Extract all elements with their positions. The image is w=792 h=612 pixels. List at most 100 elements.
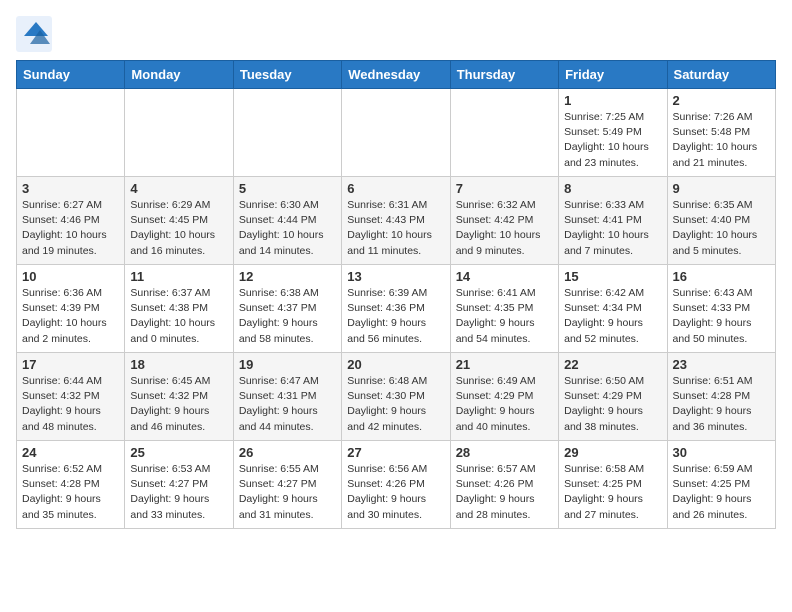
day-number: 29 [564, 445, 661, 460]
calendar-cell [342, 89, 450, 177]
calendar-week-row: 24 Sunrise: 6:52 AM Sunset: 4:28 PM Dayli… [17, 441, 776, 529]
calendar-cell: 22 Sunrise: 6:50 AM Sunset: 4:29 PM Dayli… [559, 353, 667, 441]
col-header-tuesday: Tuesday [233, 61, 341, 89]
day-info: Sunrise: 6:44 AM Sunset: 4:32 PM Dayligh… [22, 374, 119, 435]
calendar-cell: 20 Sunrise: 6:48 AM Sunset: 4:30 PM Dayli… [342, 353, 450, 441]
day-info: Sunrise: 6:36 AM Sunset: 4:39 PM Dayligh… [22, 286, 119, 347]
calendar-cell: 3 Sunrise: 6:27 AM Sunset: 4:46 PM Daylig… [17, 177, 125, 265]
day-number: 18 [130, 357, 227, 372]
calendar-cell [17, 89, 125, 177]
calendar-cell: 25Sunrise: 6:53 AM Sunset: 4:27 PM Dayli… [125, 441, 233, 529]
day-number: 7 [456, 181, 553, 196]
calendar-cell: 6Sunrise: 6:31 AM Sunset: 4:43 PM Daylig… [342, 177, 450, 265]
day-info: Sunrise: 6:38 AM Sunset: 4:37 PM Dayligh… [239, 286, 336, 347]
day-info: Sunrise: 6:52 AM Sunset: 4:28 PM Dayligh… [22, 462, 119, 523]
calendar-cell: 15 Sunrise: 6:42 AM Sunset: 4:34 PM Dayli… [559, 265, 667, 353]
day-info: Sunrise: 7:25 AM Sunset: 5:49 PM Dayligh… [564, 110, 661, 171]
calendar-cell: 1 Sunrise: 7:25 AM Sunset: 5:49 PM Daylig… [559, 89, 667, 177]
day-number: 27 [347, 445, 444, 460]
calendar-week-row: 1 Sunrise: 7:25 AM Sunset: 5:49 PM Daylig… [17, 89, 776, 177]
calendar-cell: 28 Sunrise: 6:57 AM Sunset: 4:26 PM Dayli… [450, 441, 558, 529]
day-info: Sunrise: 6:39 AM Sunset: 4:36 PM Dayligh… [347, 286, 444, 347]
calendar-cell [450, 89, 558, 177]
day-info: Sunrise: 6:47 AM Sunset: 4:31 PM Dayligh… [239, 374, 336, 435]
calendar-cell: 4Sunrise: 6:29 AM Sunset: 4:45 PM Daylig… [125, 177, 233, 265]
col-header-thursday: Thursday [450, 61, 558, 89]
calendar-cell: 16 Sunrise: 6:43 AM Sunset: 4:33 PM Dayli… [667, 265, 775, 353]
day-number: 11 [130, 269, 227, 284]
day-number: 28 [456, 445, 553, 460]
logo [16, 16, 58, 52]
calendar-cell: 18 Sunrise: 6:45 AM Sunset: 4:32 PM Dayli… [125, 353, 233, 441]
day-info: Sunrise: 6:55 AM Sunset: 4:27 PM Dayligh… [239, 462, 336, 523]
col-header-monday: Monday [125, 61, 233, 89]
calendar-cell: 11 Sunrise: 6:37 AM Sunset: 4:38 PM Dayli… [125, 265, 233, 353]
day-number: 23 [673, 357, 770, 372]
calendar-week-row: 17Sunrise: 6:44 AM Sunset: 4:32 PM Dayli… [17, 353, 776, 441]
calendar-header-row: SundayMondayTuesdayWednesdayThursdayFrid… [17, 61, 776, 89]
calendar-cell: 27Sunrise: 6:56 AM Sunset: 4:26 PM Dayli… [342, 441, 450, 529]
day-number: 5 [239, 181, 336, 196]
day-number: 2 [673, 93, 770, 108]
day-number: 26 [239, 445, 336, 460]
day-info: Sunrise: 6:49 AM Sunset: 4:29 PM Dayligh… [456, 374, 553, 435]
day-number: 25 [130, 445, 227, 460]
day-number: 13 [347, 269, 444, 284]
calendar-cell: 19 Sunrise: 6:47 AM Sunset: 4:31 PM Dayli… [233, 353, 341, 441]
col-header-sunday: Sunday [17, 61, 125, 89]
day-info: Sunrise: 7:26 AM Sunset: 5:48 PM Dayligh… [673, 110, 770, 171]
day-info: Sunrise: 6:48 AM Sunset: 4:30 PM Dayligh… [347, 374, 444, 435]
day-number: 22 [564, 357, 661, 372]
day-number: 12 [239, 269, 336, 284]
calendar-cell: 29Sunrise: 6:58 AM Sunset: 4:25 PM Dayli… [559, 441, 667, 529]
calendar-cell: 26 Sunrise: 6:55 AM Sunset: 4:27 PM Dayli… [233, 441, 341, 529]
calendar-cell: 12 Sunrise: 6:38 AM Sunset: 4:37 PM Dayli… [233, 265, 341, 353]
day-number: 8 [564, 181, 661, 196]
calendar-cell: 7 Sunrise: 6:32 AM Sunset: 4:42 PM Daylig… [450, 177, 558, 265]
day-number: 14 [456, 269, 553, 284]
day-info: Sunrise: 6:41 AM Sunset: 4:35 PM Dayligh… [456, 286, 553, 347]
day-info: Sunrise: 6:45 AM Sunset: 4:32 PM Dayligh… [130, 374, 227, 435]
day-number: 24 [22, 445, 119, 460]
day-number: 9 [673, 181, 770, 196]
calendar-cell: 2 Sunrise: 7:26 AM Sunset: 5:48 PM Daylig… [667, 89, 775, 177]
day-info: Sunrise: 6:27 AM Sunset: 4:46 PM Dayligh… [22, 198, 119, 259]
day-number: 6 [347, 181, 444, 196]
calendar-week-row: 10Sunrise: 6:36 AM Sunset: 4:39 PM Dayli… [17, 265, 776, 353]
day-info: Sunrise: 6:33 AM Sunset: 4:41 PM Dayligh… [564, 198, 661, 259]
calendar-cell: 17Sunrise: 6:44 AM Sunset: 4:32 PM Dayli… [17, 353, 125, 441]
day-info: Sunrise: 6:35 AM Sunset: 4:40 PM Dayligh… [673, 198, 770, 259]
day-number: 21 [456, 357, 553, 372]
page-header [16, 16, 776, 52]
calendar-cell: 13 Sunrise: 6:39 AM Sunset: 4:36 PM Dayli… [342, 265, 450, 353]
col-header-wednesday: Wednesday [342, 61, 450, 89]
day-number: 15 [564, 269, 661, 284]
day-info: Sunrise: 6:51 AM Sunset: 4:28 PM Dayligh… [673, 374, 770, 435]
day-number: 19 [239, 357, 336, 372]
day-info: Sunrise: 6:57 AM Sunset: 4:26 PM Dayligh… [456, 462, 553, 523]
day-info: Sunrise: 6:37 AM Sunset: 4:38 PM Dayligh… [130, 286, 227, 347]
day-number: 3 [22, 181, 119, 196]
day-info: Sunrise: 6:42 AM Sunset: 4:34 PM Dayligh… [564, 286, 661, 347]
logo-icon [16, 16, 52, 52]
calendar-week-row: 3 Sunrise: 6:27 AM Sunset: 4:46 PM Daylig… [17, 177, 776, 265]
day-number: 16 [673, 269, 770, 284]
day-number: 20 [347, 357, 444, 372]
day-number: 1 [564, 93, 661, 108]
day-info: Sunrise: 6:43 AM Sunset: 4:33 PM Dayligh… [673, 286, 770, 347]
calendar-cell [233, 89, 341, 177]
calendar-table: SundayMondayTuesdayWednesdayThursdayFrid… [16, 60, 776, 529]
calendar-cell: 8 Sunrise: 6:33 AM Sunset: 4:41 PM Daylig… [559, 177, 667, 265]
calendar-cell: 30Sunrise: 6:59 AM Sunset: 4:25 PM Dayli… [667, 441, 775, 529]
day-info: Sunrise: 6:32 AM Sunset: 4:42 PM Dayligh… [456, 198, 553, 259]
calendar-cell: 9 Sunrise: 6:35 AM Sunset: 4:40 PM Daylig… [667, 177, 775, 265]
calendar-cell: 24 Sunrise: 6:52 AM Sunset: 4:28 PM Dayli… [17, 441, 125, 529]
calendar-cell: 10Sunrise: 6:36 AM Sunset: 4:39 PM Dayli… [17, 265, 125, 353]
col-header-saturday: Saturday [667, 61, 775, 89]
calendar-cell: 21 Sunrise: 6:49 AM Sunset: 4:29 PM Dayli… [450, 353, 558, 441]
day-number: 4 [130, 181, 227, 196]
calendar-cell: 14 Sunrise: 6:41 AM Sunset: 4:35 PM Dayli… [450, 265, 558, 353]
day-info: Sunrise: 6:50 AM Sunset: 4:29 PM Dayligh… [564, 374, 661, 435]
calendar-cell: 23 Sunrise: 6:51 AM Sunset: 4:28 PM Dayli… [667, 353, 775, 441]
calendar-cell [125, 89, 233, 177]
